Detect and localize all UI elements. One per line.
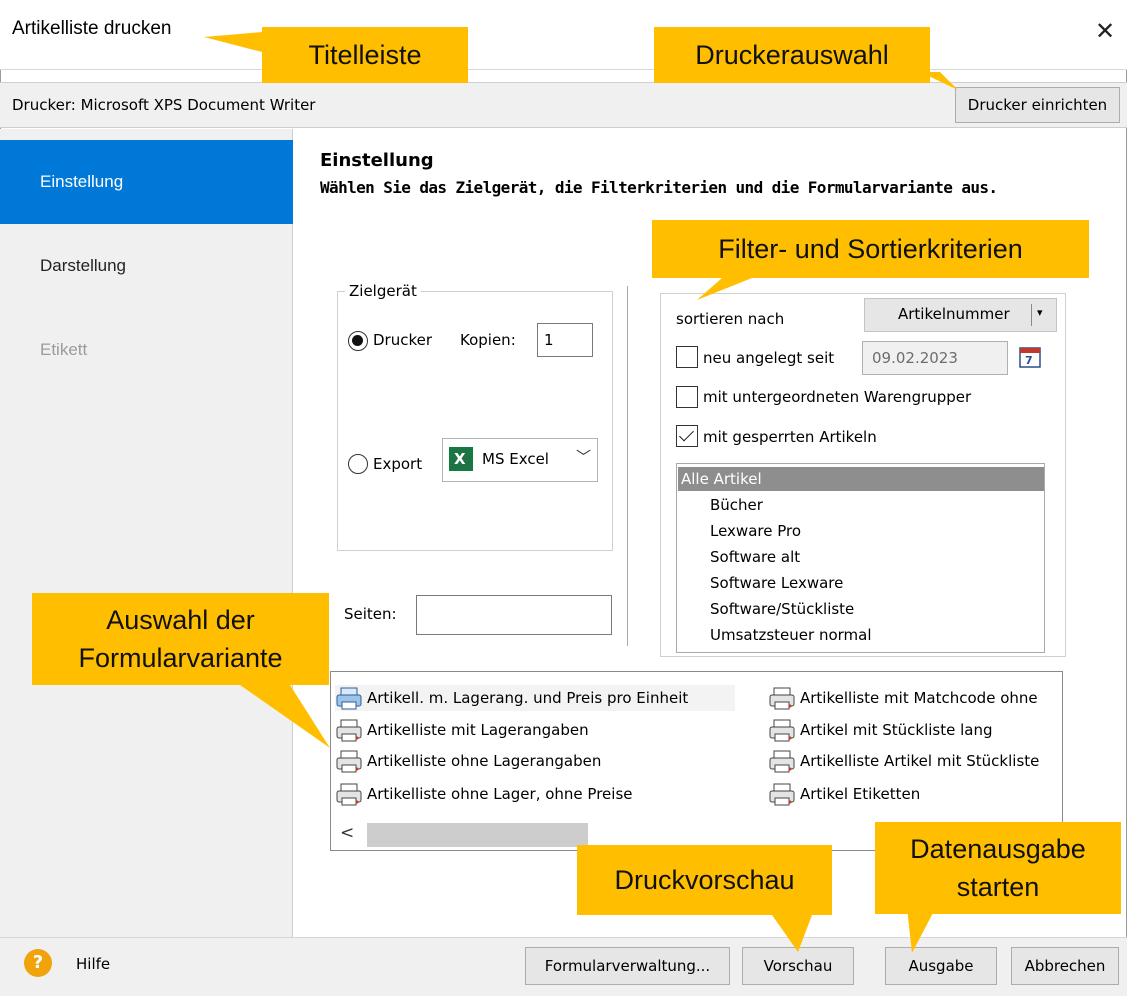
callout-datenausgabe-line1: Datenausgabe: [910, 834, 1086, 864]
callout-formularvariante-line2: Formularvariante: [78, 643, 283, 673]
callout-formularvariante: Auswahl der Formularvariante: [32, 593, 329, 685]
callout-filter: Filter- und Sortierkriterien: [652, 220, 1089, 278]
callout-titelleiste: Titelleiste: [262, 27, 468, 83]
callout-datenausgabe: Datenausgabe starten: [875, 822, 1121, 914]
callout-formularvariante-line1: Auswahl der: [106, 605, 255, 635]
callout-druckvorschau: Druckvorschau: [577, 845, 832, 915]
callout-datenausgabe-line2: starten: [956, 872, 1040, 902]
callout-druckerauswahl: Druckerauswahl: [654, 27, 930, 83]
